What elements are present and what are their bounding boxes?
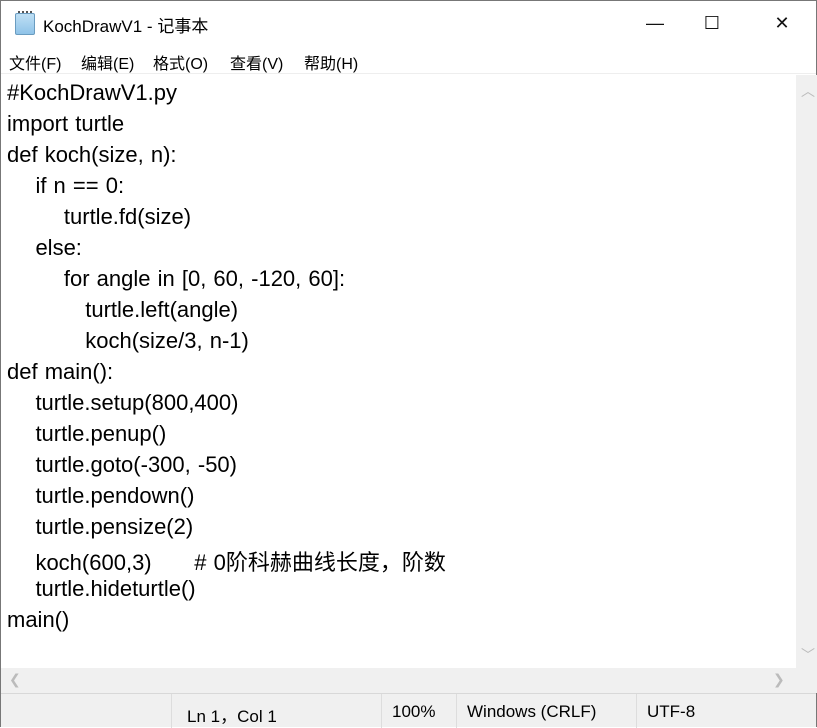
code-line: else: (7, 235, 82, 260)
encoding: UTF-8 (636, 694, 796, 728)
menu-format[interactable]: 格式(O) (153, 50, 208, 74)
scroll-up-icon[interactable]: ︿ (801, 81, 815, 101)
scroll-down-icon[interactable]: ﹀ (801, 645, 815, 665)
scroll-left-icon[interactable]: ❮ (9, 671, 21, 688)
code-line: turtle.left(angle) (7, 297, 239, 322)
minimize-button[interactable]: — (632, 1, 678, 46)
maximize-button[interactable]: ☐ (689, 1, 735, 46)
cursor-position: Ln 1，Col 1 (171, 694, 381, 728)
zoom-level: 100% (381, 694, 456, 728)
line-ending: Windows (CRLF) (456, 694, 636, 728)
menu-help[interactable]: 帮助(H) (304, 50, 358, 74)
code-line: for angle in [0, 60, -120, 60]: (7, 266, 346, 291)
menu-bar: 文件(F) 编辑(E) 格式(O) 查看(V) 帮助(H) (1, 46, 816, 74)
status-bar: Ln 1，Col 1 100% Windows (CRLF) UTF-8 (1, 693, 816, 728)
title-bar: KochDrawV1 - 记事本 — ☐ ✕ (1, 1, 816, 46)
code-line: turtle.hideturtle() (7, 576, 196, 601)
code-line: main() (7, 607, 70, 632)
scroll-right-icon[interactable]: ❯ (773, 671, 785, 688)
code-line: turtle.pendown() (7, 483, 195, 508)
code-line: import turtle (7, 111, 125, 136)
code-line: turtle.fd(size) (7, 204, 192, 229)
code-line: turtle.pensize(2) (7, 514, 194, 539)
scrollbar-corner (796, 668, 817, 693)
code-line: def koch(size, n): (7, 142, 177, 167)
code-line: koch(size/3, n-1) (7, 328, 249, 353)
menu-file[interactable]: 文件(F) (9, 50, 61, 74)
code-line: def main(): (7, 359, 114, 384)
vertical-scrollbar[interactable]: ︿ ﹀ (796, 75, 817, 668)
code-line: koch(600,3) # 0阶科赫曲线长度，阶数 (7, 550, 446, 575)
code-line: #KochDrawV1.py (7, 80, 177, 105)
menu-view[interactable]: 查看(V) (230, 50, 283, 74)
code-line: if n == 0: (7, 173, 125, 198)
text-editor[interactable]: #KochDrawV1.py import turtle def koch(size… (1, 75, 796, 668)
code-line: turtle.goto(-300, -50) (7, 452, 237, 477)
window-title: KochDrawV1 - 记事本 (43, 17, 209, 36)
code-line: turtle.setup(800,400) (7, 390, 239, 415)
horizontal-scrollbar[interactable]: ❮ ❯ (1, 668, 796, 693)
close-button[interactable]: ✕ (759, 1, 805, 46)
code-line: turtle.penup() (7, 421, 167, 446)
notepad-icon (15, 11, 35, 35)
menu-edit[interactable]: 编辑(E) (81, 50, 134, 74)
